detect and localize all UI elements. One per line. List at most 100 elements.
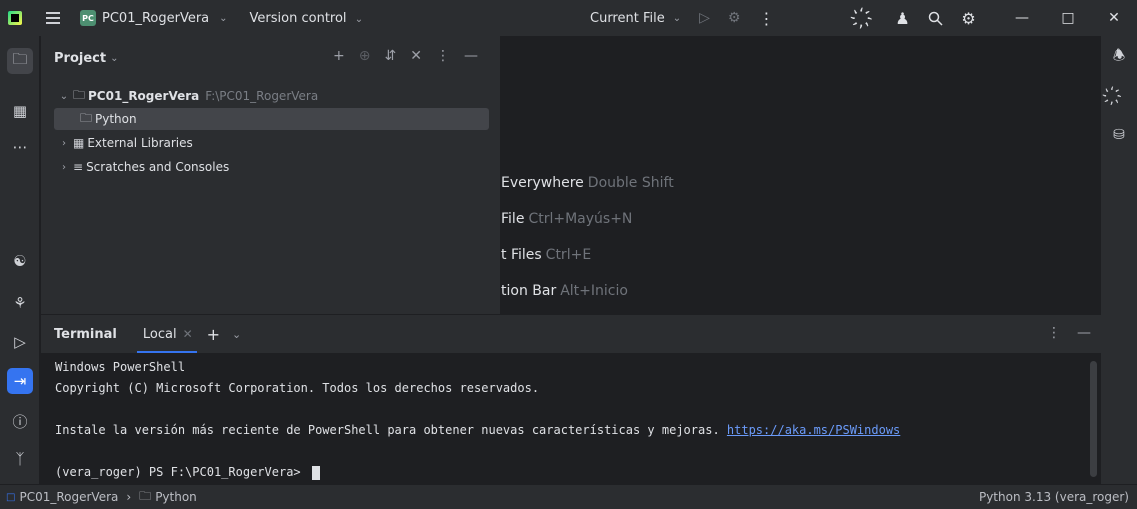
hide-terminal-icon[interactable]: — bbox=[1077, 325, 1091, 341]
shortcut-key: Ctrl+Mayús+N bbox=[528, 211, 633, 227]
run-config-selector[interactable]: Current File ⌄ bbox=[590, 11, 681, 26]
new-terminal-icon[interactable]: + bbox=[207, 325, 220, 344]
problems-icon[interactable]: ⓘ bbox=[7, 408, 33, 434]
debug-icon[interactable]: ⚙ bbox=[728, 10, 741, 26]
python-console-icon[interactable]: ☯ bbox=[7, 248, 33, 274]
chevron-down-icon: ⌄ bbox=[354, 13, 364, 25]
shortcut-search-everywhere: Everywhere Double Shift bbox=[501, 175, 674, 191]
terminal-tab-local[interactable]: Local ✕ bbox=[136, 315, 197, 353]
run-icon[interactable]: ▷ bbox=[699, 10, 710, 26]
shortcut-name: File bbox=[501, 211, 525, 227]
maximize-button[interactable]: □ bbox=[1045, 0, 1091, 36]
ai-chat-icon[interactable]: ҉ bbox=[1108, 86, 1130, 108]
shortcut-key: Double Shift bbox=[587, 175, 674, 191]
breadcrumb-project[interactable]: PC01_RogerVera bbox=[19, 490, 118, 504]
project-panel: Project ⌄ + ⊕ ⇵ ✕ ⋮ — ⌄ 🗀 PC01_RogerVera… bbox=[41, 36, 500, 314]
main-menu-icon[interactable] bbox=[46, 12, 60, 24]
module-icon: □ bbox=[6, 491, 16, 503]
chevron-right-icon[interactable]: › bbox=[57, 162, 71, 173]
chevron-down-icon[interactable]: ⌄ bbox=[232, 328, 241, 341]
shortcut-key: Alt+Inicio bbox=[560, 283, 628, 299]
tree-item-path: F:\PC01_RogerVera bbox=[205, 89, 319, 103]
shortcut-recent-files: t Files Ctrl+E bbox=[501, 247, 591, 263]
panel-options-icon[interactable]: ⋮ bbox=[436, 48, 450, 64]
minimize-button[interactable]: — bbox=[999, 0, 1045, 36]
add-user-icon[interactable]: ♟ bbox=[886, 0, 919, 36]
text-cursor bbox=[311, 465, 320, 480]
tree-item-project-root[interactable]: ⌄ 🗀 PC01_RogerVera F:\PC01_RogerVera bbox=[57, 85, 318, 107]
terminal-title: Terminal bbox=[54, 326, 117, 342]
breadcrumb: □ PC01_RogerVera › 🗀 Python bbox=[0, 487, 197, 508]
terminal-options-icon[interactable]: ⋮ bbox=[1047, 325, 1061, 341]
structure-icon[interactable]: ▦ bbox=[7, 98, 33, 124]
database-icon[interactable]: ⛁ bbox=[1108, 124, 1130, 146]
project-switcher[interactable]: PC PC01_RogerVera ⌄ bbox=[80, 10, 228, 26]
version-control-label: Version control bbox=[249, 10, 347, 26]
settings-gear-icon[interactable]: ⚙ bbox=[952, 0, 985, 36]
terminal-prompt-line[interactable]: (vera_roger) PS F:\PC01_RogerVera> bbox=[55, 462, 1101, 483]
python-interpreter[interactable]: Python 3.13 (vera_roger) bbox=[979, 490, 1129, 504]
project-panel-title[interactable]: Project bbox=[54, 51, 106, 66]
hide-panel-icon[interactable]: — bbox=[464, 48, 478, 64]
tree-item-label: External Libraries bbox=[87, 136, 193, 150]
folder-icon: 🗀 bbox=[139, 488, 152, 503]
chevron-down-icon: ⌄ bbox=[219, 12, 228, 24]
shortcut-navigation-bar: tion Bar Alt+Inicio bbox=[501, 283, 628, 299]
search-icon[interactable] bbox=[919, 0, 952, 36]
project-name: PC01_RogerVera bbox=[102, 10, 210, 26]
right-toolbar: 🕭 ҉ ⛁ bbox=[1101, 36, 1137, 484]
tree-item-label: Scratches and Consoles bbox=[86, 160, 230, 174]
locate-icon[interactable]: ⊕ bbox=[359, 48, 371, 64]
more-actions-icon[interactable]: ⋮ bbox=[758, 9, 774, 28]
chevron-down-icon: ⌄ bbox=[672, 12, 682, 24]
powershell-link[interactable]: https://aka.ms/PSWindows bbox=[727, 423, 900, 437]
notifications-bell-icon[interactable]: 🕭 bbox=[1108, 46, 1130, 68]
tree-item-python[interactable]: 🗀 Python bbox=[54, 108, 489, 130]
git-icon[interactable]: ᛉ bbox=[7, 446, 33, 472]
library-icon: ▦ bbox=[73, 136, 85, 150]
folder-icon: 🗀 bbox=[73, 87, 86, 102]
shortcut-name: tion Bar bbox=[501, 283, 557, 299]
more-tools-icon[interactable]: ⋯ bbox=[7, 134, 33, 160]
folder-icon: 🗀 bbox=[80, 110, 93, 125]
terminal-output[interactable]: Windows PowerShell Copyright (C) Microso… bbox=[41, 353, 1101, 484]
terminal-icon[interactable]: ⇥ bbox=[7, 368, 33, 394]
shortcut-name: Everywhere bbox=[501, 175, 584, 191]
shortcut-go-to-file: File Ctrl+Mayús+N bbox=[501, 211, 632, 227]
terminal-line: Windows PowerShell bbox=[55, 360, 186, 374]
pycharm-logo-icon[interactable] bbox=[8, 11, 22, 25]
python-packages-icon[interactable]: ⚘ bbox=[7, 290, 33, 316]
run-config-label: Current File bbox=[590, 10, 665, 26]
terminal-scrollbar[interactable] bbox=[1090, 361, 1097, 477]
services-icon[interactable]: ▷ bbox=[7, 329, 33, 355]
ai-assistant-icon[interactable]: ҉ bbox=[853, 0, 886, 36]
chevron-down-icon[interactable]: ⌄ bbox=[57, 91, 71, 102]
shortcut-key: Ctrl+E bbox=[545, 247, 592, 263]
chevron-down-icon[interactable]: ⌄ bbox=[110, 53, 118, 64]
close-tab-icon[interactable]: ✕ bbox=[183, 327, 193, 341]
editor-area[interactable]: Everywhere Double Shift File Ctrl+Mayús+N … bbox=[500, 36, 1101, 314]
tree-item-label: Python bbox=[95, 112, 137, 126]
terminal-prompt: (vera_roger) PS F:\PC01_RogerVera> bbox=[55, 465, 308, 479]
left-toolbar: 🗀 ▦ ⋯ ☯ ⚘ ▷ ⇥ ⓘ ᛉ bbox=[0, 36, 40, 484]
version-control-menu[interactable]: Version control ⌄ bbox=[250, 11, 364, 26]
close-window-button[interactable]: ✕ bbox=[1091, 0, 1137, 36]
project-badge: PC bbox=[80, 10, 96, 26]
tree-item-label: PC01_RogerVera bbox=[88, 89, 200, 103]
tree-item-external-libraries[interactable]: › ▦ External Libraries bbox=[57, 132, 193, 154]
expand-all-icon[interactable]: ⇵ bbox=[384, 48, 396, 64]
terminal-line: ​ bbox=[55, 441, 1101, 462]
breadcrumb-folder[interactable]: Python bbox=[155, 490, 197, 504]
install-text: Instale la versión más reciente de Power… bbox=[55, 423, 727, 437]
title-bar: PC PC01_RogerVera ⌄ Version control ⌄ Cu… bbox=[0, 0, 1137, 36]
project-folder-icon[interactable]: 🗀 bbox=[7, 48, 33, 74]
terminal-panel: Terminal Local ✕ + ⌄ ⋮ — Windows PowerSh… bbox=[41, 315, 1101, 484]
chevron-right-icon[interactable]: › bbox=[57, 138, 71, 149]
collapse-all-icon[interactable]: ✕ bbox=[410, 48, 422, 64]
new-file-icon[interactable]: + bbox=[333, 48, 345, 64]
shortcut-name: t Files bbox=[501, 247, 542, 263]
tree-item-scratches[interactable]: › ≡ Scratches and Consoles bbox=[57, 156, 229, 178]
chevron-right-icon: › bbox=[126, 490, 132, 504]
terminal-line-install: Instale la versión más reciente de Power… bbox=[55, 420, 1101, 441]
